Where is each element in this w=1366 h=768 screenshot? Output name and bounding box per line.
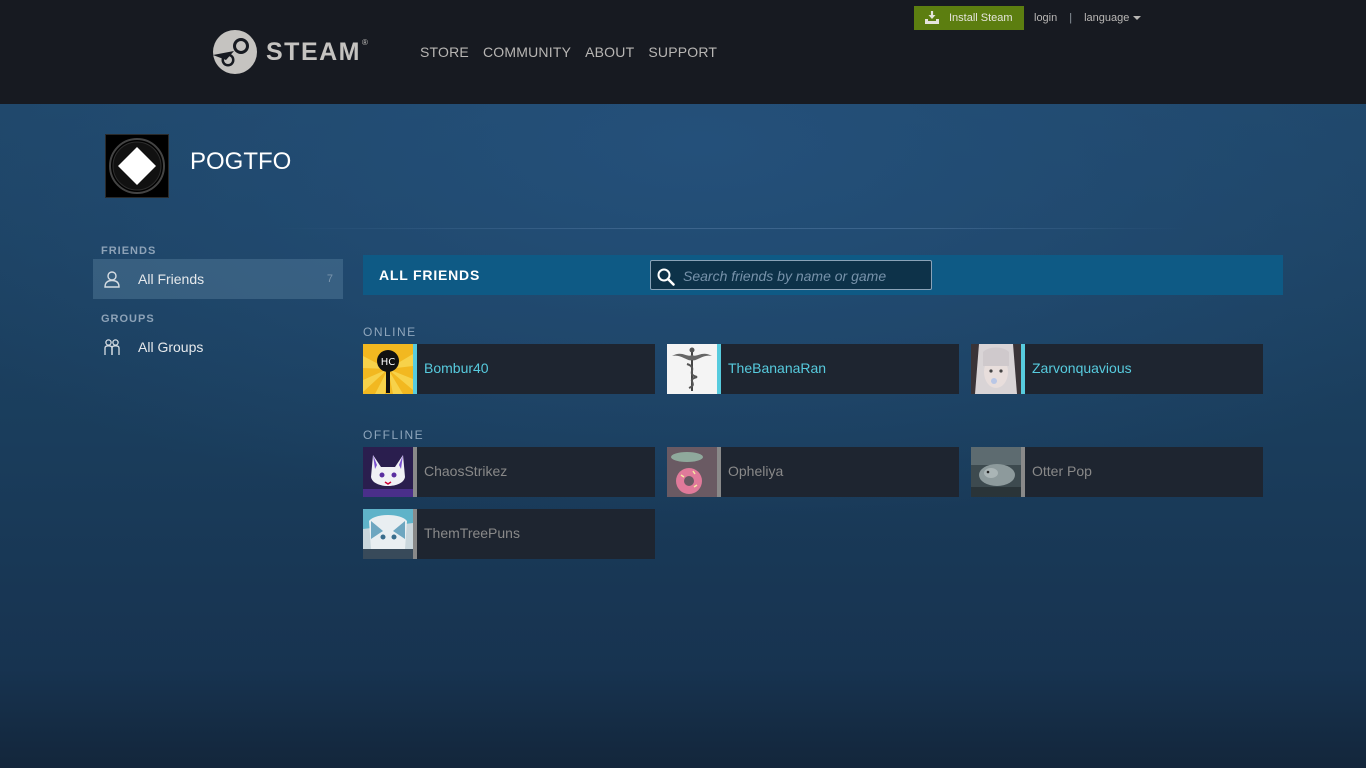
friend-avatar	[667, 447, 717, 497]
install-steam-button[interactable]: Install Steam	[914, 6, 1024, 30]
sidebar-groups-label: GROUPS	[101, 313, 155, 325]
status-bar	[413, 509, 417, 559]
global-header: STEAM® STORE COMMUNITY ABOUT SUPPORT Ins…	[0, 0, 1366, 104]
steam-logo-icon	[213, 30, 257, 74]
friend-tile[interactable]: TheBananaRan	[667, 344, 959, 394]
friend-name: ChaosStrikez	[424, 463, 508, 479]
nav-about[interactable]: ABOUT	[585, 44, 634, 60]
status-bar	[1021, 344, 1025, 394]
person-icon	[103, 270, 121, 288]
main-content: POGTFO FRIENDS All Friends 7 GROUPS All …	[0, 104, 1366, 768]
search-input[interactable]	[681, 264, 925, 288]
friend-tile[interactable]: HC Bombur40	[363, 344, 655, 394]
friend-avatar: HC	[363, 344, 413, 394]
friend-tile[interactable]: Otter Pop	[971, 447, 1263, 497]
friend-avatar	[363, 447, 413, 497]
sidebar-item-label: All Groups	[138, 339, 204, 355]
steam-logo[interactable]: STEAM®	[212, 28, 369, 76]
friend-avatar	[971, 344, 1021, 394]
language-label: language	[1084, 12, 1130, 24]
online-section-label: ONLINE	[363, 325, 417, 339]
profile-avatar-image	[106, 135, 168, 197]
nav-support[interactable]: SUPPORT	[648, 44, 717, 60]
profile-avatar[interactable]	[105, 134, 169, 198]
nav-store[interactable]: STORE	[420, 44, 469, 60]
friend-name: Otter Pop	[1032, 463, 1092, 479]
steam-logo-text: STEAM®	[266, 37, 370, 66]
friend-avatar	[363, 509, 413, 559]
header-separator: |	[1069, 12, 1073, 24]
status-bar	[413, 447, 417, 497]
nav-community[interactable]: COMMUNITY	[483, 44, 571, 60]
friend-avatar	[667, 344, 717, 394]
install-steam-label: Install Steam	[949, 12, 1013, 24]
friend-search-box[interactable]	[650, 260, 932, 290]
sidebar-friends-label: FRIENDS	[101, 245, 157, 257]
language-dropdown[interactable]: language	[1084, 12, 1142, 24]
friend-name: Opheliya	[728, 463, 784, 479]
download-icon	[925, 11, 939, 24]
search-icon	[657, 268, 675, 286]
friend-name: TheBananaRan	[728, 360, 827, 376]
group-icon	[103, 338, 121, 356]
profile-name[interactable]: POGTFO	[190, 148, 291, 176]
sidebar-item-label: All Friends	[138, 271, 205, 287]
status-bar	[1021, 447, 1025, 497]
chevron-down-icon	[1133, 16, 1142, 20]
friend-tile[interactable]: ThemTreePuns	[363, 509, 655, 559]
sidebar-item-all-groups[interactable]: All Groups	[93, 327, 343, 367]
status-bar	[717, 447, 721, 497]
global-actions: Install Steam login | language	[914, 6, 1142, 30]
friend-name: ThemTreePuns	[424, 525, 520, 541]
svg-text:HC: HC	[381, 357, 396, 368]
panel-title: ALL FRIENDS	[379, 267, 481, 283]
status-bar	[717, 344, 721, 394]
login-link[interactable]: login	[1034, 12, 1057, 24]
friend-name: Zarvonquavious	[1032, 360, 1132, 376]
friend-avatar	[971, 447, 1021, 497]
friend-tile[interactable]: Opheliya	[667, 447, 959, 497]
friend-tile[interactable]: ChaosStrikez	[363, 447, 655, 497]
friend-name: Bombur40	[424, 360, 489, 376]
friends-count-badge: 7	[326, 273, 333, 285]
offline-section-label: OFFLINE	[363, 428, 425, 442]
header-divider	[275, 228, 1185, 229]
sidebar-item-all-friends[interactable]: All Friends 7	[93, 259, 343, 299]
main-nav: STORE COMMUNITY ABOUT SUPPORT	[420, 44, 717, 60]
status-bar	[413, 344, 417, 394]
friends-panel-header: ALL FRIENDS	[363, 255, 1283, 295]
friend-tile[interactable]: Zarvonquavious	[971, 344, 1263, 394]
